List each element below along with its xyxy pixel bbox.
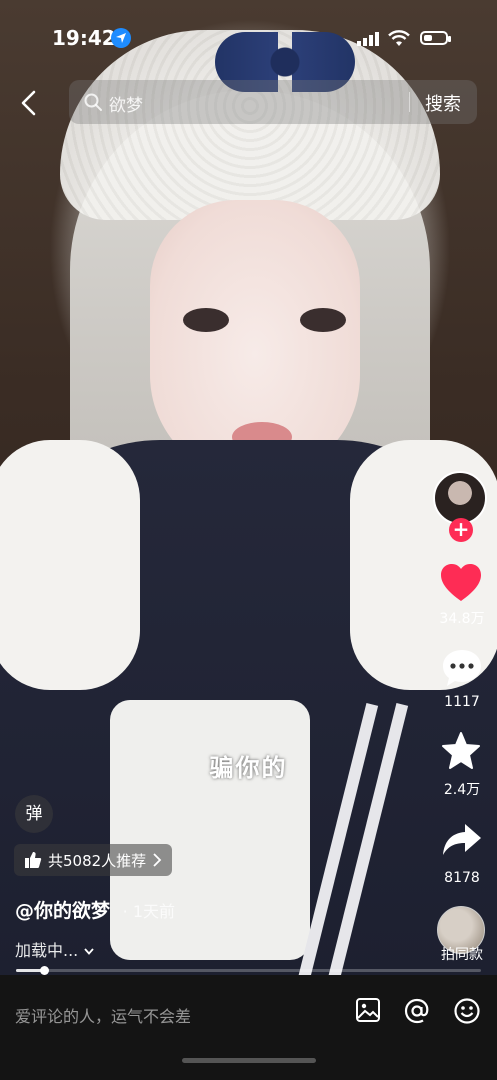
video-progress-knob[interactable] (39, 966, 49, 975)
battery-level (424, 35, 432, 41)
follow-button[interactable]: + (449, 518, 473, 542)
video-subject-ruffle (0, 440, 140, 690)
video-progress-bar[interactable] (16, 966, 481, 975)
search-bar[interactable]: 欲梦 搜索 (69, 80, 477, 124)
post-time: · 1天前 (122, 902, 175, 921)
remix-label[interactable]: 拍同款 (430, 944, 494, 964)
author-name[interactable]: @你的欲梦 (15, 900, 110, 922)
like-heart-icon[interactable] (439, 563, 483, 603)
comment-bubble-icon[interactable] (441, 648, 483, 688)
comment-bar: 爱评论的人，运气不会差 (0, 975, 497, 1080)
share-arrow-icon[interactable] (441, 822, 483, 858)
author-line[interactable]: @你的欲梦 · 1天前 (15, 896, 175, 923)
share-count: 8178 (444, 870, 480, 886)
image-icon[interactable] (355, 997, 381, 1023)
description-loading[interactable]: 加载中... (15, 937, 95, 961)
chevron-left-icon (21, 90, 36, 116)
video-caption: 骗你的 (209, 754, 288, 782)
recommend-pill[interactable]: 共5082人推荐 (14, 844, 173, 876)
search-button[interactable]: 搜索 (425, 90, 461, 116)
chevron-down-icon (84, 947, 95, 955)
recommend-text: 共5082人推荐 (48, 851, 147, 870)
wifi-icon (388, 30, 410, 46)
video-player[interactable] (0, 0, 497, 975)
video-subject-eye (183, 308, 229, 332)
danmaku-button[interactable]: 弹 (15, 795, 53, 833)
emoji-icon[interactable] (453, 997, 481, 1025)
comment-input[interactable]: 爱评论的人，运气不会差 (15, 1003, 191, 1027)
status-bar: 19:42 (0, 24, 497, 58)
back-button[interactable] (14, 84, 44, 122)
cellular-signal-icon (357, 32, 379, 46)
status-time: 19:42 (52, 26, 116, 50)
search-icon (84, 93, 102, 111)
mention-icon[interactable] (403, 997, 431, 1025)
comment-count: 1117 (444, 694, 480, 710)
battery-icon (420, 31, 451, 45)
thumbs-up-icon (25, 852, 42, 868)
search-input[interactable]: 欲梦 (109, 91, 143, 116)
like-count: 34.8万 (439, 611, 485, 627)
loading-label: 加载中... (15, 941, 79, 960)
location-arrow-icon (111, 28, 131, 48)
search-divider (409, 92, 410, 112)
video-subject-eye (300, 308, 346, 332)
chevron-right-icon (153, 853, 162, 867)
home-indicator[interactable] (182, 1058, 316, 1063)
